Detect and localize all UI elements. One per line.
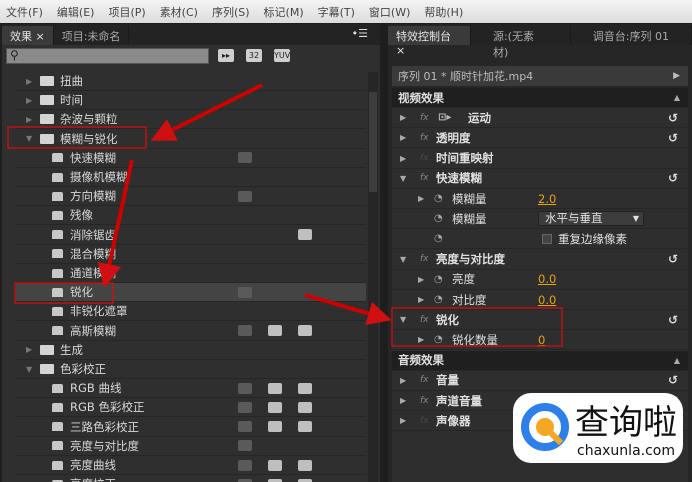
watermark-logo: 查询啦 chaxunla.com xyxy=(513,393,683,463)
watermark-magnifier-icon xyxy=(521,403,569,451)
watermark-text: 查询啦 xyxy=(575,403,677,443)
highlight-box-sharpen-effect xyxy=(14,282,114,304)
watermark-url: chaxunla.com xyxy=(577,443,675,459)
highlight-box-blur-sharpen-folder xyxy=(7,126,147,149)
highlight-box-sharpen-controls xyxy=(391,307,563,347)
annotation-arrow xyxy=(97,159,134,288)
annotation-arrow xyxy=(150,83,263,141)
annotation-arrow xyxy=(304,293,392,326)
